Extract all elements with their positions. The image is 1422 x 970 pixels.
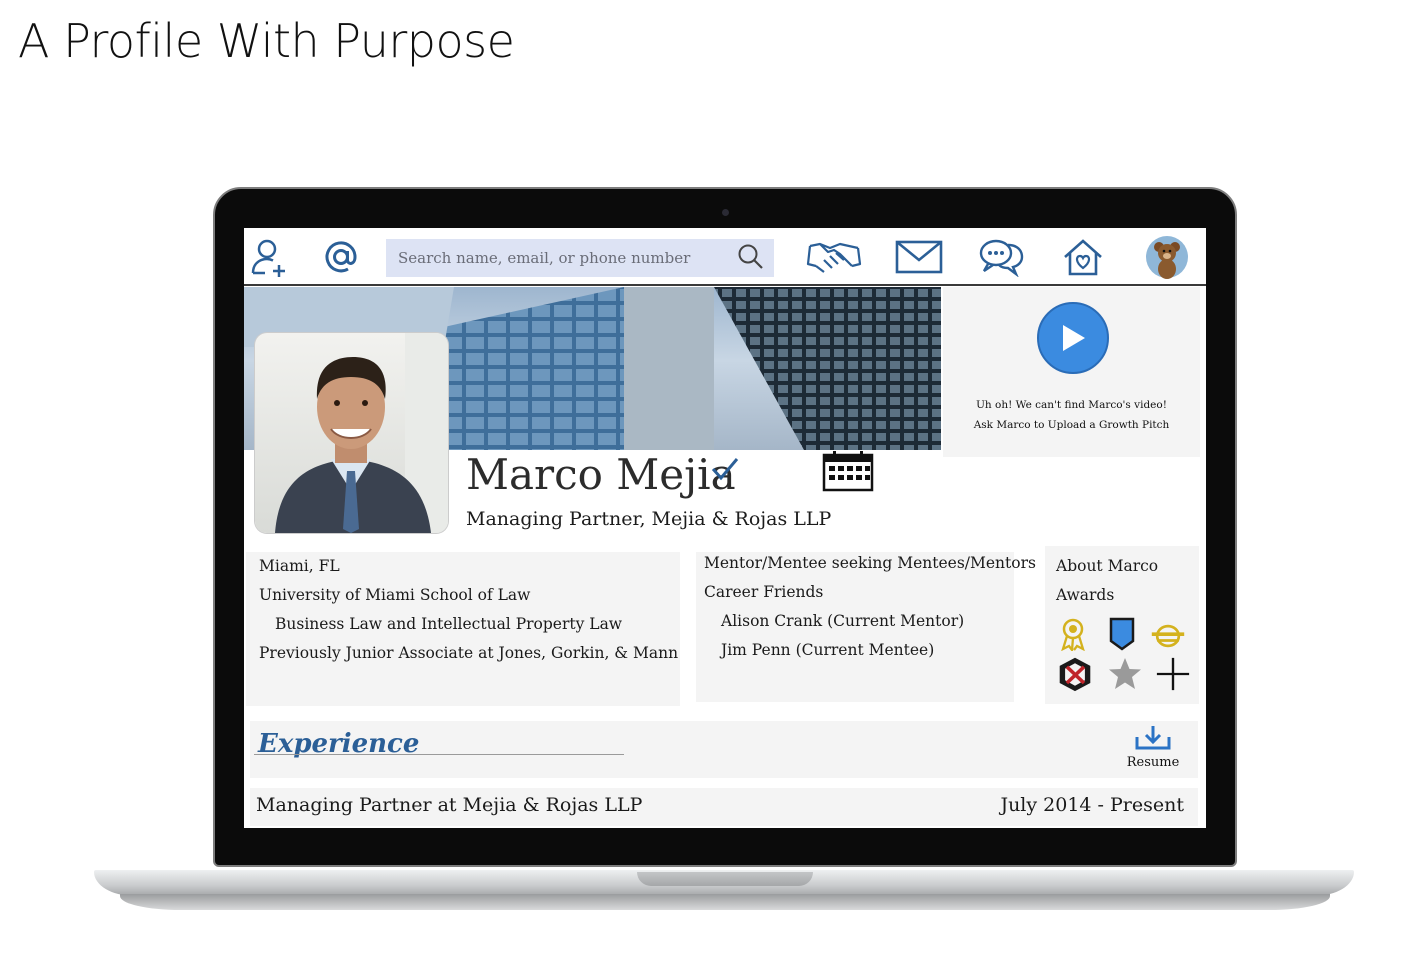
add-award-icon[interactable] [1155, 656, 1191, 692]
about-panel: About Marco Awards [1045, 546, 1199, 704]
background-info-panel: Miami, FL University of Miami School of … [246, 552, 680, 706]
wings-award-icon[interactable] [1150, 618, 1186, 654]
ribbon-award-icon[interactable] [1055, 616, 1091, 652]
program: Business Law and Intellectual Property L… [275, 615, 623, 633]
add-contact-icon[interactable] [246, 234, 292, 280]
home-heart-icon[interactable] [1060, 234, 1106, 280]
experience-entry: Managing Partner at Mejia & Rojas LLP Ju… [250, 788, 1198, 826]
mentorship-panel: Mentor/Mentee seeking Mentees/Mentors Ca… [696, 552, 1036, 702]
mail-icon[interactable] [894, 234, 944, 280]
at-icon[interactable] [318, 234, 364, 280]
handshake-icon[interactable] [806, 234, 862, 280]
awards-heading: Awards [1056, 586, 1115, 604]
camera [722, 209, 729, 216]
location: Miami, FL [259, 557, 340, 575]
experience-header: Experience Resume [250, 721, 1198, 778]
video-missing-message: Uh oh! We can't find Marco's video! Ask … [943, 395, 1200, 435]
video-message-line2: Ask Marco to Upload a Growth Pitch [973, 419, 1170, 431]
video-message-line1: Uh oh! We can't find Marco's video! [976, 399, 1167, 411]
top-nav [244, 228, 1206, 286]
page-title: A Profile With Purpose [18, 14, 515, 68]
friend-link-alison[interactable]: Alison Crank (Current Mentor) [721, 612, 964, 630]
school: University of Miami School of Law [259, 586, 531, 604]
career-friends-heading: Career Friends [704, 583, 824, 601]
download-icon [1135, 726, 1171, 750]
app-screen: Uh oh! We can't find Marco's video! Ask … [244, 228, 1206, 828]
mentor-status: Mentor/Mentee seeking Mentees/Mentors [704, 554, 1036, 572]
play-icon [1063, 325, 1085, 351]
shield-award-icon[interactable] [1104, 616, 1140, 652]
chat-icon[interactable] [978, 234, 1024, 280]
laptop-notch [637, 872, 813, 886]
video-panel: Uh oh! We can't find Marco's video! Ask … [943, 287, 1200, 457]
calendar-icon[interactable] [822, 450, 874, 496]
search-input[interactable] [396, 248, 736, 268]
experience-divider [254, 754, 624, 755]
resume-label: Resume [1126, 755, 1180, 770]
star-award-icon[interactable] [1107, 656, 1143, 692]
search-icon[interactable] [736, 242, 764, 274]
resume-download-button[interactable]: Resume [1118, 725, 1188, 770]
experience-position: Managing Partner at Mejia & Rojas LLP [256, 794, 643, 816]
play-button[interactable] [1037, 302, 1109, 374]
laptop-base-edge [120, 894, 1330, 910]
profile-name: Marco Mejia [466, 450, 736, 499]
verified-check-icon [710, 456, 740, 486]
about-link[interactable]: About Marco [1056, 557, 1158, 575]
friend-link-jim[interactable]: Jim Penn (Current Mentee) [721, 641, 934, 659]
cube-award-icon[interactable] [1057, 656, 1093, 692]
experience-dates: July 2014 - Present [1000, 794, 1184, 816]
avatar-bear-icon[interactable] [1144, 234, 1190, 280]
profile-photo [255, 333, 448, 533]
search-bar[interactable] [386, 239, 774, 277]
profile-role: Managing Partner, Mejia & Rojas LLP [466, 508, 832, 530]
previous-position: Previously Junior Associate at Jones, Go… [259, 644, 679, 662]
